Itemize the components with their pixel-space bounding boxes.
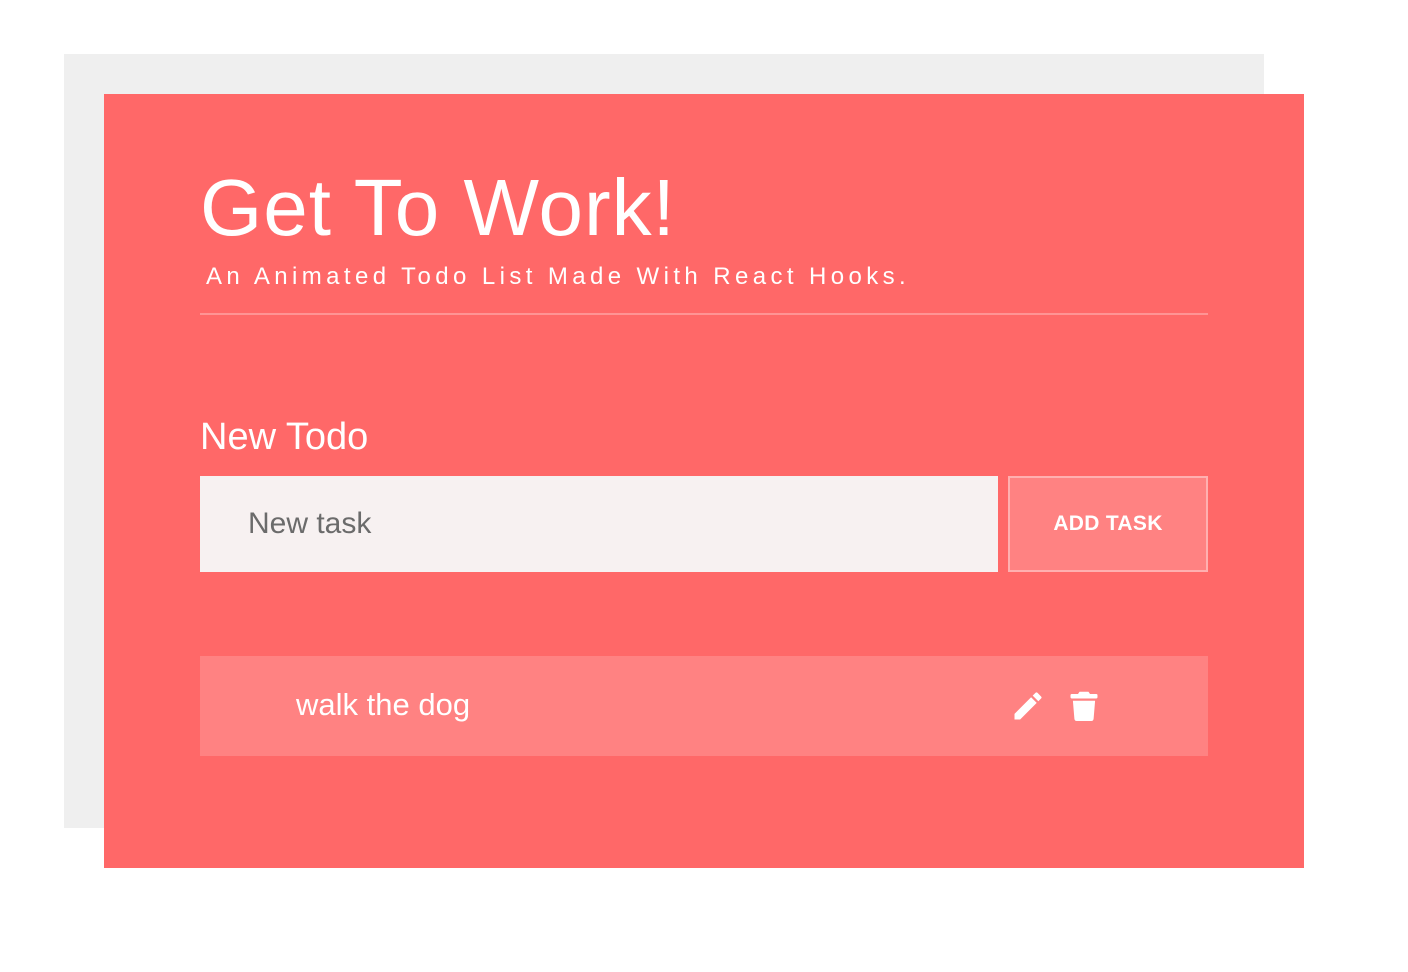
todo-app-card: Get To Work! An Animated Todo List Made … bbox=[104, 94, 1304, 868]
edit-todo-button[interactable] bbox=[1010, 688, 1046, 724]
page-title: Get To Work! bbox=[200, 163, 676, 252]
todo-item-text: walk the dog bbox=[296, 687, 471, 722]
pencil-icon bbox=[1014, 692, 1042, 720]
add-task-button[interactable]: ADD TASK bbox=[1008, 476, 1208, 572]
new-task-input[interactable] bbox=[200, 476, 998, 572]
new-todo-label: New Todo bbox=[200, 416, 369, 458]
page-subtitle: An Animated Todo List Made With React Ho… bbox=[206, 263, 911, 290]
todo-list-item: walk the dog bbox=[200, 656, 1208, 756]
delete-todo-button[interactable] bbox=[1066, 688, 1102, 724]
header-divider bbox=[200, 313, 1208, 315]
trash-icon bbox=[1070, 691, 1098, 722]
